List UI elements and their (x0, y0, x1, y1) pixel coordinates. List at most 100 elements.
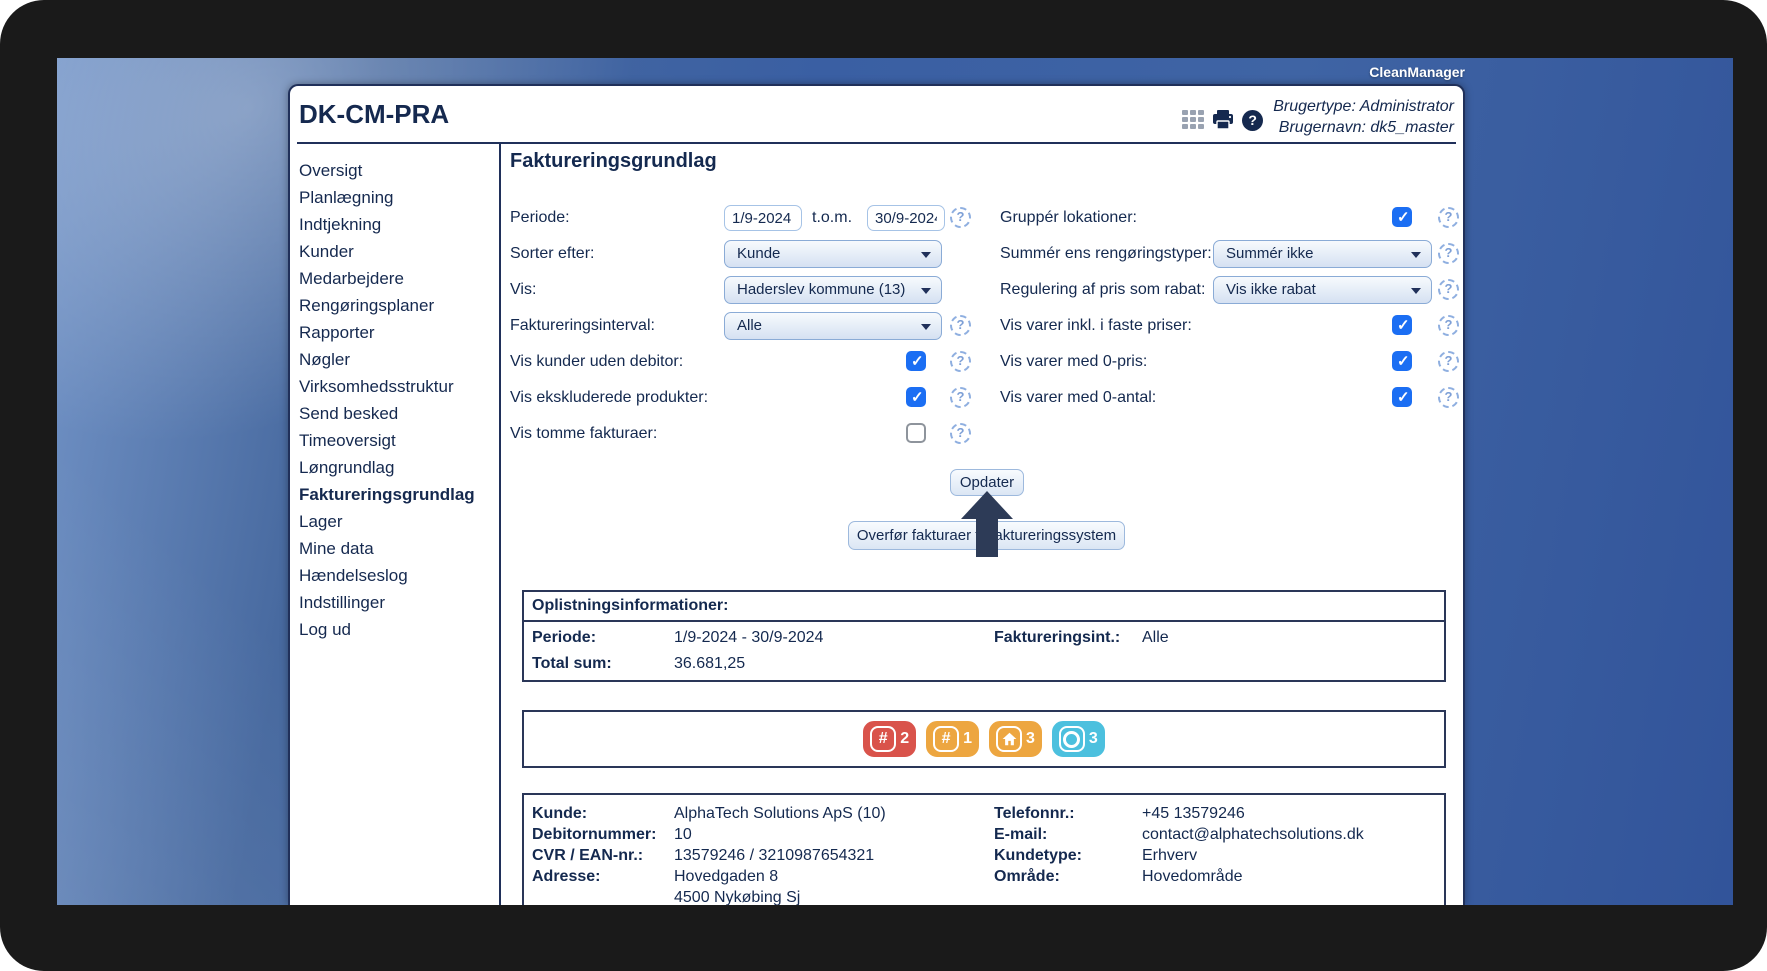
periode-to-input[interactable] (867, 205, 945, 231)
help-icon[interactable] (950, 315, 971, 336)
help-icon[interactable] (1438, 387, 1459, 408)
vis-kunder-uden-debitor-label: Vis kunder uden debitor: (510, 353, 684, 370)
badge-box: # 2 # 1 3 3 (522, 710, 1446, 768)
badge-count: 2 (900, 730, 910, 747)
sorter-efter-value: Kunde (737, 245, 781, 262)
help-icon[interactable] (950, 351, 971, 372)
customer-email: contact@alphatechsolutions.dk (1142, 826, 1364, 843)
vis-varer-faste-priser-label: Vis varer inkl. i faste priser: (1000, 317, 1192, 334)
sidebar-item-kunder[interactable]: Kunder (299, 238, 499, 265)
help-icon[interactable] (1438, 279, 1459, 300)
sidebar-item-mine-data[interactable]: Mine data (299, 535, 499, 562)
faktureringsinterval-label: Faktureringsinterval: (510, 317, 655, 334)
app-window: DK-CM-PRA ? Brugertype: Administrator Br… (288, 84, 1465, 905)
summary-interval-value: Alle (1142, 629, 1169, 646)
printer-icon[interactable] (1212, 110, 1234, 130)
main-content: Faktureringsgrundlag Periode: t.o.m. Gru… (503, 144, 1463, 905)
vis-select[interactable]: Haderslev kommune (13) (724, 276, 942, 304)
user-type-label: Brugertype: Administrator (1273, 98, 1454, 115)
help-icon[interactable] (1242, 110, 1264, 131)
customer-area: Hovedområde (1142, 868, 1243, 885)
badge-count: 3 (1026, 730, 1035, 747)
sidebar-item-indstillinger[interactable]: Indstillinger (299, 589, 499, 616)
faktureringsinterval-select[interactable]: Alle (724, 312, 942, 340)
summer-rengoeringstyper-value: Summér ikke (1226, 245, 1314, 262)
summary-total-value: 36.681,25 (674, 655, 746, 672)
user-info: Brugertype: Administrator Brugernavn: dk… (1273, 96, 1454, 138)
badge-house-orange[interactable]: 3 (987, 719, 1044, 759)
badge-hash-red[interactable]: # 2 (861, 719, 919, 759)
vis-varer-0-antal-label: Vis varer med 0-antal: (1000, 389, 1157, 406)
sidebar-item-faktureringsgrundlag[interactable]: Faktureringsgrundlag (299, 481, 499, 508)
help-icon[interactable] (1438, 351, 1459, 372)
customer-values-left: AlphaTech Solutions ApS (10) 10 13579246… (674, 803, 886, 905)
vis-ekskluderede-produkter-checkbox[interactable] (906, 387, 926, 407)
vis-varer-0-pris-checkbox[interactable] (1392, 351, 1412, 371)
help-icon[interactable] (1438, 315, 1459, 336)
customer-labels-right: Telefonnr.: E-mail: Kundetype: Område: (994, 805, 1082, 885)
sidebar-item-planlaegning[interactable]: Planlægning (299, 184, 499, 211)
help-icon[interactable] (950, 387, 971, 408)
customer-address-2: 4500 Nykøbing Sj (674, 889, 801, 905)
grid-icon[interactable] (1182, 110, 1205, 130)
grupper-lokationer-checkbox[interactable] (1392, 207, 1412, 227)
sidebar-item-haendelseslog[interactable]: Hændelseslog (299, 562, 499, 589)
sidebar-item-timeoversigt[interactable]: Timeoversigt (299, 427, 499, 454)
sidebar-item-oversigt[interactable]: Oversigt (299, 157, 499, 184)
customer-address-1: Hovedgaden 8 (674, 868, 779, 885)
help-icon[interactable] (1438, 243, 1459, 264)
sidebar-nav: Oversigt Planlægning Indtjekning Kunder … (290, 144, 501, 905)
summary-box: Oplistningsinformationer: Periode: 1/9-2… (522, 590, 1446, 682)
summary-interval-label: Faktureringsint.: (994, 629, 1121, 646)
chevron-down-icon (921, 324, 931, 330)
regulering-rabat-value: Vis ikke rabat (1226, 281, 1316, 298)
vis-label: Vis: (510, 281, 537, 298)
sidebar-item-virksomhedsstruktur[interactable]: Virksomhedsstruktur (299, 373, 499, 400)
chevron-down-icon (1411, 288, 1421, 294)
cleanmanager-brand-label: CleanManager (1369, 64, 1465, 80)
chevron-down-icon (921, 288, 931, 294)
page-title: Faktureringsgrundlag (510, 150, 717, 172)
sidebar-item-rengoeringsplaner[interactable]: Rengøringsplaner (299, 292, 499, 319)
hash-icon: # (870, 726, 897, 752)
summary-period-label: Periode: (532, 629, 597, 646)
help-icon[interactable] (950, 423, 971, 444)
vis-tomme-fakturaer-label: Vis tomme fakturaer: (510, 425, 658, 442)
periode-from-input[interactable] (724, 205, 802, 231)
sidebar-item-loengrundlag[interactable]: Løngrundlag (299, 454, 499, 481)
help-icon[interactable] (1438, 207, 1459, 228)
up-arrow-annotation (961, 491, 1013, 557)
sidebar-item-noegler[interactable]: Nøgler (299, 346, 499, 373)
sorter-efter-label: Sorter efter: (510, 245, 595, 262)
sidebar-item-indtjekning[interactable]: Indtjekning (299, 211, 499, 238)
badge-hash-orange[interactable]: # 1 (924, 719, 981, 759)
regulering-rabat-select[interactable]: Vis ikke rabat (1213, 276, 1432, 304)
summer-rengoeringstyper-select[interactable]: Summér ikke (1213, 240, 1432, 268)
vis-ekskluderede-produkter-label: Vis ekskluderede produkter: (510, 389, 709, 406)
help-icon[interactable] (950, 207, 971, 228)
vis-varer-0-antal-checkbox[interactable] (1392, 387, 1412, 407)
badge-circle-cyan[interactable]: 3 (1049, 719, 1107, 759)
desktop-background: CleanManager DK-CM-PRA ? Brugertype: Adm… (57, 58, 1733, 905)
sidebar-item-medarbejdere[interactable]: Medarbejdere (299, 265, 499, 292)
customer-labels-left: Kunde: Debitornummer: CVR / EAN-nr.: Adr… (532, 805, 657, 885)
sidebar-item-lager[interactable]: Lager (299, 508, 499, 535)
hash-icon: # (933, 726, 960, 752)
circle-icon (1058, 726, 1085, 752)
window-header: DK-CM-PRA ? Brugertype: Administrator Br… (297, 86, 1456, 144)
sidebar-item-log-ud[interactable]: Log ud (299, 616, 499, 643)
chevron-down-icon (921, 252, 931, 258)
regulering-rabat-label: Regulering af pris som rabat: (1000, 281, 1206, 298)
vis-kunder-uden-debitor-checkbox[interactable] (906, 351, 926, 371)
customer-name: AlphaTech Solutions ApS (10) (674, 805, 886, 822)
sidebar-item-send-besked[interactable]: Send besked (299, 400, 499, 427)
grupper-lokationer-label: Gruppér lokationer: (1000, 209, 1137, 226)
sidebar-item-rapporter[interactable]: Rapporter (299, 319, 499, 346)
tom-label: t.o.m. (812, 209, 853, 226)
window-title: DK-CM-PRA (299, 99, 450, 129)
sorter-efter-select[interactable]: Kunde (724, 240, 942, 268)
customer-type: Erhverv (1142, 847, 1198, 864)
vis-varer-faste-priser-checkbox[interactable] (1392, 315, 1412, 335)
vis-tomme-fakturaer-checkbox[interactable] (906, 423, 926, 443)
customer-debitor: 10 (674, 826, 692, 843)
